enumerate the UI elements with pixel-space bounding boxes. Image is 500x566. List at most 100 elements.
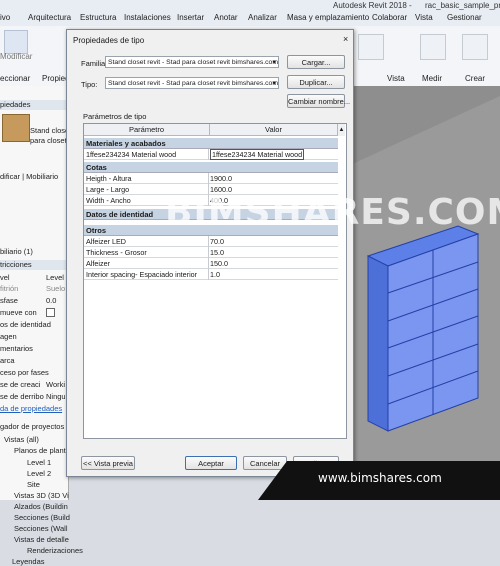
column-header-parameter[interactable]: Parámetro bbox=[84, 124, 210, 136]
tab-structure[interactable]: Estructura bbox=[80, 13, 116, 22]
param-value[interactable]: 1900.0 bbox=[210, 173, 232, 184]
scroll-up-icon[interactable]: ▲ bbox=[338, 124, 345, 136]
select-dropdown[interactable]: eccionar bbox=[0, 74, 30, 83]
level-label: vel bbox=[0, 273, 10, 282]
type-thumbnail bbox=[2, 114, 30, 142]
tab-view[interactable]: Vista bbox=[415, 13, 433, 22]
properties-help-link[interactable]: da de propiedades bbox=[0, 404, 62, 413]
load-button[interactable]: Cargar... bbox=[287, 55, 345, 69]
type-select[interactable]: Stand closet revit - Stad para closet re… bbox=[105, 77, 279, 89]
type-label: Tipo: bbox=[81, 80, 98, 89]
tree-sections-building[interactable]: Secciones (Build bbox=[14, 513, 70, 522]
tab-manage[interactable]: Gestionar bbox=[447, 13, 482, 22]
tree-legends[interactable]: Leyendas bbox=[12, 557, 45, 566]
param-name: Large - Largo bbox=[86, 185, 130, 194]
tree-site[interactable]: Site bbox=[27, 480, 40, 489]
dialog-title: Propiedades de tipo bbox=[73, 36, 145, 45]
tab-annotate[interactable]: Anotar bbox=[214, 13, 238, 22]
project-file-name: rac_basic_sample_project bbox=[425, 1, 500, 10]
app-title: Autodesk Revit 2018 - bbox=[333, 1, 412, 10]
tree-detail-views[interactable]: Vistas de detalle bbox=[14, 535, 69, 544]
phase-demolished-label: se de derribo bbox=[0, 392, 44, 401]
closet-3d-model bbox=[348, 96, 500, 500]
3d-viewport[interactable] bbox=[348, 86, 500, 500]
modify-context-label: dificar | Mobiliario bbox=[0, 172, 59, 181]
site-banner-text: www.bimshares.com bbox=[318, 471, 442, 485]
tree-elevations[interactable]: Alzados (Buildin bbox=[14, 502, 68, 511]
duplicate-button[interactable]: Duplicar... bbox=[287, 75, 345, 89]
param-name: Alfeizer LED bbox=[86, 237, 126, 246]
tree-3d-views[interactable]: Vistas 3D (3D Vi bbox=[14, 491, 69, 500]
rename-button[interactable]: Cambiar nombre... bbox=[287, 94, 350, 108]
identity-header[interactable]: os de identidad bbox=[0, 320, 51, 329]
measure-icon[interactable] bbox=[420, 34, 446, 60]
type-select-value: Stand closet revit - Stad para closet re… bbox=[108, 80, 278, 87]
offset-value[interactable]: 0.0 bbox=[46, 296, 56, 305]
project-browser-title: gador de proyectos - bbox=[0, 422, 69, 431]
tree-floor-plans[interactable]: Planos de planta bbox=[14, 446, 70, 455]
table-row[interactable]: Thickness - Grosor 15.0 bbox=[84, 247, 338, 258]
column-divider bbox=[208, 269, 209, 280]
column-divider bbox=[208, 173, 209, 184]
cancel-button[interactable]: Cancelar bbox=[243, 456, 287, 470]
properties-palette: piedades Stand closet para closet difica… bbox=[0, 86, 83, 566]
param-value[interactable]: 15.0 bbox=[210, 247, 224, 258]
moves-with-checkbox[interactable] bbox=[46, 308, 55, 317]
tree-level-1[interactable]: Level 1 bbox=[27, 458, 51, 467]
table-row[interactable]: 1ffese234234 Material wood 1ffese234234 M… bbox=[84, 149, 338, 160]
family-select-value: Stand closet revit - Stad para closet re… bbox=[108, 59, 278, 66]
tree-renderings[interactable]: Renderizaciones bbox=[27, 546, 83, 555]
param-name: Heigth - Altura bbox=[86, 174, 132, 183]
param-value[interactable]: 70.0 bbox=[210, 236, 224, 247]
tree-views-all[interactable]: Vistas (all) bbox=[4, 435, 39, 444]
close-icon[interactable]: × bbox=[343, 34, 348, 44]
table-row[interactable]: Heigth - Altura 1900.0 bbox=[84, 173, 338, 184]
tab-analyze[interactable]: Analizar bbox=[248, 13, 277, 22]
host-value: Suelo bbox=[46, 284, 66, 293]
preview-button[interactable]: << Vista previa bbox=[81, 456, 135, 470]
group-materials[interactable]: Materiales y acabados bbox=[84, 138, 338, 149]
family-select[interactable]: Stand closet revit - Stad para closet re… bbox=[105, 56, 279, 68]
tab-architecture[interactable]: Arquitectura bbox=[28, 13, 71, 22]
watermark-text: BIMSHARES.COM bbox=[165, 192, 500, 233]
create-icon[interactable] bbox=[462, 34, 488, 60]
tree-level-2[interactable]: Level 2 bbox=[27, 469, 51, 478]
tab-massing[interactable]: Masa y emplazamiento bbox=[287, 13, 369, 22]
table-row[interactable]: Alfeizer LED 70.0 bbox=[84, 236, 338, 247]
properties-title: piedades bbox=[0, 100, 68, 110]
shelf-side bbox=[367, 255, 389, 432]
type-name-line2: para closet bbox=[30, 136, 67, 145]
column-divider bbox=[208, 247, 209, 258]
instance-count-dropdown[interactable]: biliario (1) bbox=[0, 247, 33, 256]
mark-label: arca bbox=[0, 356, 15, 365]
chevron-down-icon: ▾ bbox=[272, 80, 276, 87]
tab-systems[interactable]: Instalaciones bbox=[124, 13, 171, 22]
param-name: Alfeizer bbox=[86, 259, 110, 268]
tab-insert[interactable]: Insertar bbox=[177, 13, 204, 22]
param-value[interactable]: 150.0 bbox=[210, 258, 228, 269]
phase-demolished-value[interactable]: Ningu bbox=[46, 392, 66, 401]
tree-sections-wall[interactable]: Secciones (Wall bbox=[14, 524, 68, 533]
param-value[interactable]: 1ffese234234 Material wood bbox=[210, 149, 305, 160]
group-dimensions-label: Cotas bbox=[86, 163, 107, 172]
type-properties-dialog: Propiedades de tipo × Familia: Stand clo… bbox=[66, 29, 354, 477]
restrictions-header[interactable]: tricciones bbox=[0, 260, 68, 270]
phasing-header[interactable]: ceso por fases bbox=[0, 368, 49, 377]
param-value[interactable]: 1.0 bbox=[210, 269, 220, 280]
group-dimensions[interactable]: Cotas bbox=[84, 162, 338, 173]
ok-button[interactable]: Aceptar bbox=[185, 456, 237, 470]
comments-label: mentarios bbox=[0, 344, 33, 353]
view-panel-label: Vista bbox=[387, 74, 405, 83]
phase-created-value[interactable]: Worki bbox=[46, 380, 65, 389]
image-label: agen bbox=[0, 332, 17, 341]
tab-collaborate[interactable]: Colaborar bbox=[372, 13, 407, 22]
modify-tool-icon[interactable] bbox=[4, 30, 28, 54]
tab-file[interactable]: ivo bbox=[0, 13, 10, 22]
create-panel-label: Crear bbox=[465, 74, 486, 83]
group-materials-label: Materiales y acabados bbox=[86, 139, 166, 148]
column-header-value[interactable]: Valor bbox=[210, 124, 338, 136]
table-row[interactable]: Interior spacing- Espaciado interior 1.0 bbox=[84, 269, 338, 280]
view-tools-icon[interactable] bbox=[358, 34, 384, 60]
table-row[interactable]: Alfeizer 150.0 bbox=[84, 258, 338, 269]
param-name: 1ffese234234 Material wood bbox=[86, 150, 177, 159]
